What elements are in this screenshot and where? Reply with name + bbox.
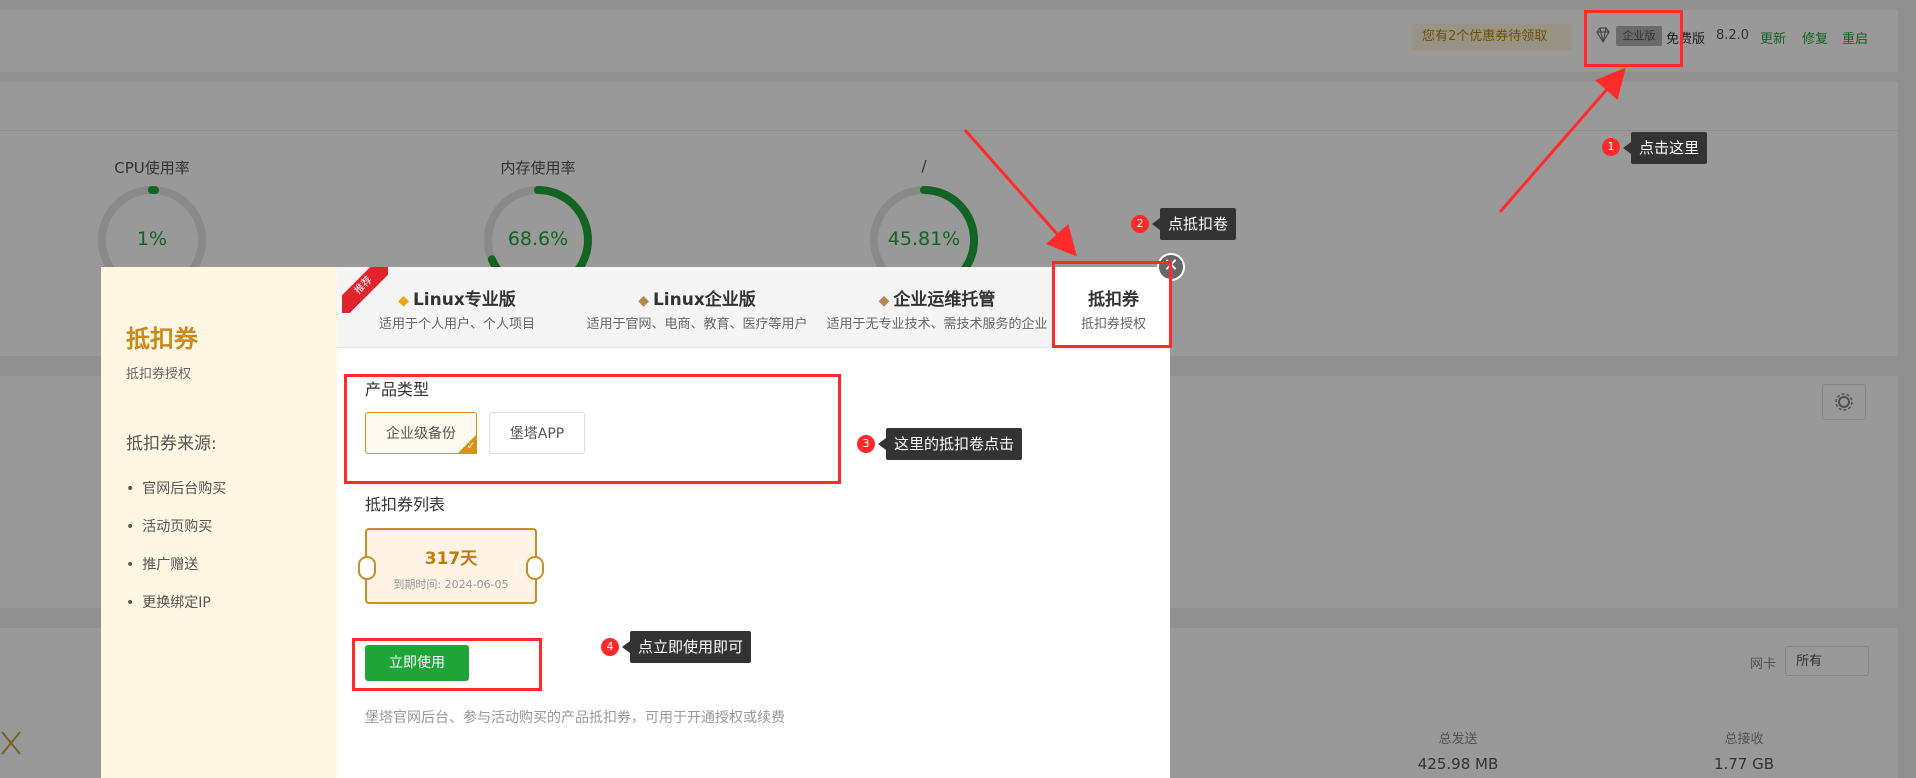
annotation-tip-1: 点击这里 (1622, 132, 1708, 164)
tab-managed-ops[interactable]: ◆ 企业运维托管 适用于无专业技术、需技术服务的企业 (817, 267, 1057, 347)
annotation-badge-3: 3 (857, 435, 875, 453)
ribbon-label: 推荐 (342, 267, 388, 313)
list-item: 活动页购买 (126, 517, 226, 555)
coupon-footnote: 堡塔官网后台、参与活动购买的产品抵扣券，可用于开通授权或续费 (365, 710, 785, 726)
recommend-ribbon: 推荐 (342, 267, 388, 313)
tab-name: Linux专业版 (412, 290, 516, 310)
annotation-tip-3: 这里的抵扣卷点击 (877, 428, 1023, 460)
annotation-tip-2: 点抵扣卷 (1151, 208, 1237, 240)
diamond-icon: ◆ (638, 293, 649, 309)
list-item: 更换绑定IP (126, 593, 226, 631)
annotation-badge-4: 4 (601, 638, 619, 656)
tab-name: Linux企业版 (652, 290, 756, 310)
coupon-days: 317天 (424, 549, 478, 569)
list-item: 推广赠送 (126, 555, 226, 593)
coupon-expiry: 到期时间: 2024-06-05 (393, 578, 509, 591)
annotation-badge-1: 1 (1602, 138, 1620, 156)
tab-linux-enterprise[interactable]: ◆ Linux企业版 适用于官网、电商、教育、医疗等用户 (577, 267, 817, 347)
list-item: 官网后台购买 (126, 479, 226, 517)
tab-desc: 适用于个人用户、个人项目 (378, 317, 535, 332)
tab-name: 企业运维托管 (893, 290, 996, 310)
coupon-card[interactable]: 317天 到期时间: 2024-06-05 (358, 528, 544, 604)
source-heading: 抵扣券来源: (126, 434, 217, 454)
edition-tabs: ◆ Linux专业版 适用于个人用户、个人项目 ◆ Linux企业版 适用于官网、电… (337, 267, 1170, 348)
annotation-badge-2: 2 (1131, 215, 1149, 233)
tab-desc: 适用于无专业技术、需技术服务的企业 (826, 317, 1048, 332)
annotation-tip-4: 点立即使用即可 (621, 631, 752, 663)
source-list: 官网后台购买 活动页购买 推广赠送 更换绑定IP (126, 479, 226, 631)
purchase-modal: 抵扣券 抵扣券授权 抵扣券来源: 官网后台购买 活动页购买 推广赠送 更换绑定I… (101, 267, 1170, 778)
modal-sidebar: 抵扣券 抵扣券授权 抵扣券来源: 官网后台购买 活动页购买 推广赠送 更换绑定I… (101, 267, 337, 778)
diamond-icon: ◆ (878, 293, 890, 309)
annotation-box-1 (1584, 10, 1683, 67)
sidebar-subtitle: 抵扣券授权 (126, 367, 192, 382)
tab-desc: 适用于官网、电商、教育、医疗等用户 (586, 317, 808, 332)
annotation-box-4 (352, 638, 542, 691)
coupon-list-title: 抵扣券列表 (365, 495, 446, 514)
annotation-box-2 (1052, 261, 1172, 348)
sidebar-title: 抵扣券 (126, 325, 198, 353)
diamond-icon: ◆ (398, 293, 409, 309)
annotation-box-3 (344, 374, 841, 484)
